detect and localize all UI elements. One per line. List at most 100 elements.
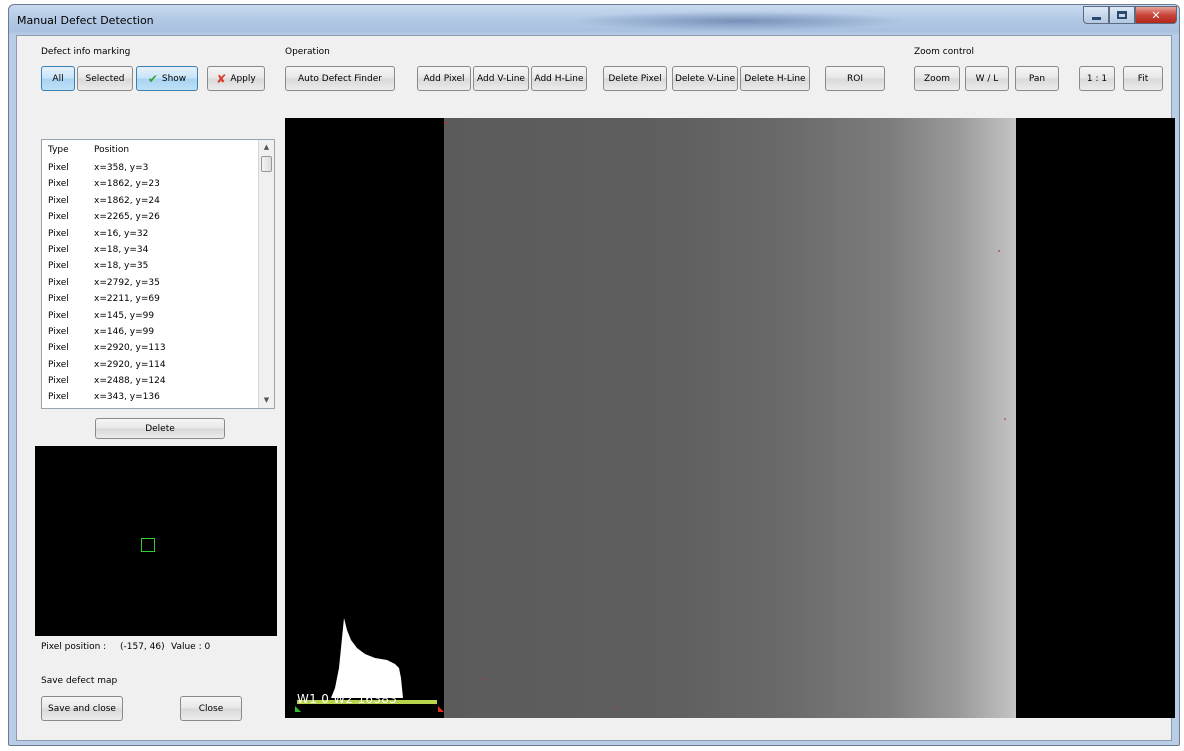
defect-list-header: Type Position xyxy=(42,140,258,160)
add-pixel-button[interactable]: Add Pixel xyxy=(417,66,471,91)
defect-row[interactable]: Pixel x=146, y=99 xyxy=(42,325,258,341)
navigator-viewport-rect[interactable] xyxy=(141,538,155,552)
maximize-button[interactable] xyxy=(1109,6,1135,24)
column-position[interactable]: Position xyxy=(94,145,129,155)
defect-row[interactable]: Pixel x=343, y=136 xyxy=(42,390,258,406)
histogram-shape xyxy=(331,618,403,698)
add-hline-button[interactable]: Add H-Line xyxy=(531,66,587,91)
delete-hline-button[interactable]: Delete H-Line xyxy=(740,66,810,91)
save-and-close-button[interactable]: Save and close xyxy=(41,696,123,721)
defect-type: Pixel xyxy=(48,179,69,190)
apply-label: Apply xyxy=(230,73,256,84)
defect-type: Pixel xyxy=(48,294,69,305)
defect-type: Pixel xyxy=(48,244,69,255)
defect-type: Pixel xyxy=(48,228,69,239)
window-low-marker[interactable] xyxy=(295,706,301,712)
column-type[interactable]: Type xyxy=(48,145,69,155)
defect-type: Pixel xyxy=(48,212,69,223)
minimize-button[interactable] xyxy=(1083,6,1109,24)
pixel-position-value: (-157, 46) xyxy=(120,642,165,652)
show-label: Show xyxy=(161,73,187,84)
minimize-icon xyxy=(1091,16,1101,20)
maximize-icon xyxy=(1117,11,1127,19)
title-bar[interactable]: Manual Defect Detection ✕ xyxy=(9,5,1179,35)
delete-defect-button[interactable]: Delete xyxy=(95,418,225,439)
defect-row[interactable]: Pixel x=358, y=3 xyxy=(42,161,258,177)
window-level-button[interactable]: W / L xyxy=(965,66,1009,91)
window-level-readout: W1 0 W2 16383 xyxy=(297,692,398,706)
defect-list-rows: Pixel x=358, y=3 Pixel x=1862, y=23 Pixel x=1… xyxy=(42,161,258,407)
image-viewer[interactable]: W1 0 W2 16383 xyxy=(285,118,1175,718)
client-area: Defect info marking All Selected ✔ Show … xyxy=(16,35,1175,741)
scroll-thumb[interactable] xyxy=(261,156,272,172)
defect-position: x=145, y=99 xyxy=(94,310,155,321)
detector-image[interactable] xyxy=(444,118,1016,718)
window-high-marker[interactable] xyxy=(438,706,444,712)
add-vline-button[interactable]: Add V-Line xyxy=(473,66,529,91)
pixel-value: Value : 0 xyxy=(171,642,211,652)
defect-row[interactable]: Pixel x=1862, y=24 xyxy=(42,194,258,210)
zoom-button[interactable]: Zoom xyxy=(914,66,960,91)
scroll-down-icon[interactable]: ▼ xyxy=(259,393,274,408)
defect-row[interactable]: Pixel x=2488, y=124 xyxy=(42,374,258,390)
main-window: Manual Defect Detection ✕ Defect info ma… xyxy=(8,4,1180,746)
auto-defect-finder-button[interactable]: Auto Defect Finder xyxy=(285,66,395,91)
one-to-one-button[interactable]: 1 : 1 xyxy=(1079,66,1115,91)
title-bar-glow xyxy=(569,11,909,31)
defect-marker xyxy=(998,250,1000,252)
defect-position: x=2792, y=35 xyxy=(94,277,160,288)
defect-row[interactable]: Pixel x=2265, y=26 xyxy=(42,210,258,226)
defect-type: Pixel xyxy=(48,343,69,354)
defect-position: x=2920, y=113 xyxy=(94,343,166,354)
close-icon: ✕ xyxy=(1151,8,1161,22)
defect-position: x=2920, y=114 xyxy=(94,359,166,370)
defect-row[interactable]: Pixel x=1862, y=23 xyxy=(42,177,258,193)
defect-row[interactable]: Pixel x=2211, y=69 xyxy=(42,292,258,308)
defect-position: x=18, y=34 xyxy=(94,244,149,255)
delete-vline-button[interactable]: Delete V-Line xyxy=(672,66,738,91)
defect-type: Pixel xyxy=(48,376,69,387)
defect-type: Pixel xyxy=(48,163,69,173)
defect-position: x=2488, y=124 xyxy=(94,376,166,387)
defect-row[interactable]: Pixel x=2792, y=35 xyxy=(42,276,258,292)
defect-list[interactable]: Type Position Pixel x=358, y=3 Pixel x=1862… xyxy=(41,139,275,409)
defect-marker xyxy=(614,708,616,710)
defect-type: Pixel xyxy=(48,359,69,370)
defect-marker xyxy=(1004,418,1006,420)
defect-type: Pixel xyxy=(48,277,69,288)
fit-button[interactable]: Fit xyxy=(1123,66,1163,91)
checkmark-icon: ✔ xyxy=(147,71,158,86)
defect-row[interactable]: Pixel x=2920, y=114 xyxy=(42,358,258,374)
defect-type: Pixel xyxy=(48,392,69,403)
defect-type: Pixel xyxy=(48,195,69,206)
defect-list-scrollbar[interactable]: ▲ ▼ xyxy=(258,140,274,408)
filter-all-button[interactable]: All xyxy=(41,66,75,91)
defect-row[interactable]: Pixel x=18, y=35 xyxy=(42,259,258,275)
defect-marker xyxy=(484,678,486,680)
filter-selected-button[interactable]: Selected xyxy=(77,66,133,91)
roi-button[interactable]: ROI xyxy=(825,66,885,91)
defect-position: x=358, y=3 xyxy=(94,163,149,173)
defect-type: Pixel xyxy=(48,310,69,321)
operation-label: Operation xyxy=(285,47,330,57)
apply-button[interactable]: ✘ Apply xyxy=(207,66,265,91)
defect-row[interactable]: Pixel x=16, y=32 xyxy=(42,227,258,243)
defect-position: x=2265, y=26 xyxy=(94,212,160,223)
navigator-minimap[interactable] xyxy=(35,446,277,636)
close-button[interactable]: Close xyxy=(180,696,242,721)
delete-pixel-button[interactable]: Delete Pixel xyxy=(603,66,667,91)
defect-row[interactable]: Pixel x=145, y=99 xyxy=(42,309,258,325)
save-defect-map-label: Save defect map xyxy=(41,676,118,686)
defect-row[interactable]: Pixel x=18, y=34 xyxy=(42,243,258,259)
pixel-position-label: Pixel position : xyxy=(41,642,107,652)
show-button[interactable]: ✔ Show xyxy=(136,66,198,91)
defect-info-label: Defect info marking xyxy=(41,47,131,57)
pan-button[interactable]: Pan xyxy=(1015,66,1059,91)
close-window-button[interactable]: ✕ xyxy=(1135,6,1177,24)
defect-position: x=1862, y=23 xyxy=(94,179,160,190)
defect-row[interactable]: Pixel x=2920, y=113 xyxy=(42,341,258,357)
defect-position: x=16, y=32 xyxy=(94,228,149,239)
defect-position: x=343, y=136 xyxy=(94,392,160,403)
defect-marker xyxy=(445,122,447,124)
scroll-up-icon[interactable]: ▲ xyxy=(259,140,274,155)
